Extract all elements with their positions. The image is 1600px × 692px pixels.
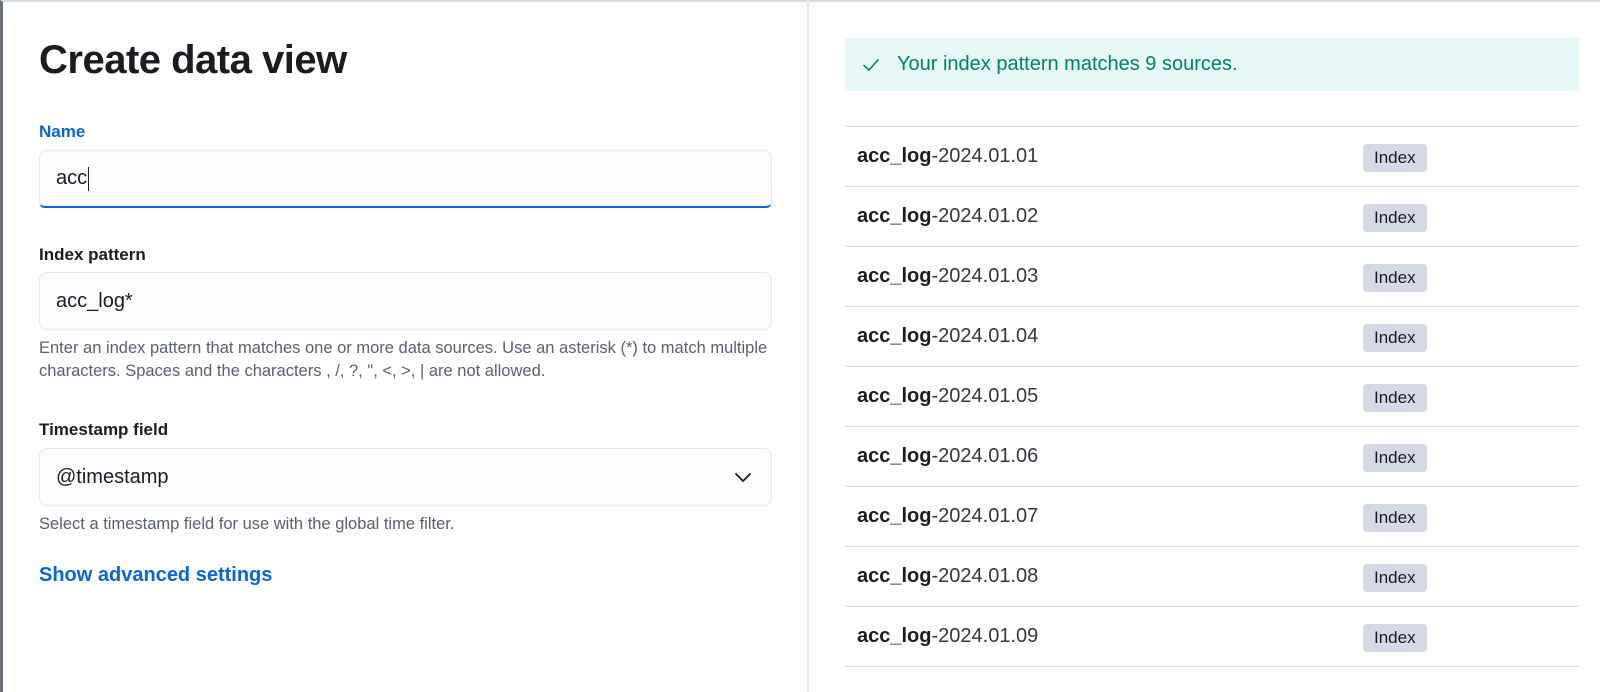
source-name: acc_log-2024.01.06 bbox=[857, 445, 1038, 468]
type-badge: Index bbox=[1363, 564, 1427, 592]
source-name-match: acc_log bbox=[857, 145, 932, 167]
index-pattern-input-value: acc_log* bbox=[56, 289, 133, 312]
source-name: acc_log-2024.01.07 bbox=[857, 505, 1038, 528]
source-name-match: acc_log bbox=[857, 385, 932, 407]
timestamp-field-select[interactable]: @timestamp bbox=[39, 448, 772, 506]
type-badge: Index bbox=[1363, 324, 1427, 352]
chevron-down-icon bbox=[735, 473, 751, 482]
source-name-match: acc_log bbox=[857, 505, 932, 527]
source-name-match: acc_log bbox=[857, 445, 932, 467]
source-name-match: acc_log bbox=[857, 205, 932, 227]
timestamp-field-label: Timestamp field bbox=[39, 420, 169, 439]
source-name: acc_log-2024.01.09 bbox=[857, 625, 1038, 648]
type-badge: Index bbox=[1363, 504, 1427, 532]
source-name-rest: -2024.01.03 bbox=[931, 265, 1039, 287]
source-name: acc_log-2024.01.01 bbox=[857, 145, 1038, 168]
source-name-rest: -2024.01.01 bbox=[931, 145, 1039, 167]
table-row[interactable]: acc_log-2024.01.01 Index bbox=[845, 127, 1579, 187]
index-pattern-help-text: Enter an index pattern that matches one … bbox=[39, 339, 768, 380]
matching-sources-panel: Your index pattern matches 9 sources. ac… bbox=[809, 2, 1600, 692]
name-input-value: acc bbox=[56, 167, 88, 189]
source-name-rest: -2024.01.02 bbox=[931, 205, 1039, 227]
table-row[interactable]: acc_log-2024.01.03 Index bbox=[845, 247, 1579, 307]
source-name-match: acc_log bbox=[857, 625, 932, 647]
type-badge: Index bbox=[1363, 444, 1427, 472]
source-name-match: acc_log bbox=[857, 565, 932, 587]
source-name-rest: -2024.01.09 bbox=[931, 625, 1039, 647]
source-name-rest: -2024.01.07 bbox=[931, 505, 1039, 527]
source-name-rest: -2024.01.06 bbox=[931, 445, 1039, 467]
source-name-match: acc_log bbox=[857, 265, 932, 287]
source-name: acc_log-2024.01.02 bbox=[857, 205, 1038, 228]
table-row[interactable]: acc_log-2024.01.02 Index bbox=[845, 187, 1579, 247]
source-name: acc_log-2024.01.04 bbox=[857, 325, 1038, 348]
page-title: Create data view bbox=[39, 38, 347, 82]
table-row[interactable]: acc_log-2024.01.09 Index bbox=[845, 607, 1579, 667]
table-row[interactable]: acc_log-2024.01.07 Index bbox=[845, 487, 1579, 547]
source-name-match: acc_log bbox=[857, 325, 932, 347]
table-row[interactable]: acc_log-2024.01.05 Index bbox=[845, 367, 1579, 427]
table-row[interactable]: acc_log-2024.01.08 Index bbox=[845, 547, 1579, 607]
table-row[interactable]: acc_log-2024.01.04 Index bbox=[845, 307, 1579, 367]
create-data-view-form: Create data view Name acc Index pattern … bbox=[3, 2, 808, 692]
sources-table: acc_log-2024.01.01 Index acc_log-2024.01… bbox=[845, 126, 1579, 667]
source-name: acc_log-2024.01.03 bbox=[857, 265, 1038, 288]
name-label: Name bbox=[39, 122, 86, 141]
source-name-rest: -2024.01.05 bbox=[931, 385, 1039, 407]
callout-text: Your index pattern matches 9 sources. bbox=[897, 53, 1238, 75]
table-row[interactable]: acc_log-2024.01.06 Index bbox=[845, 427, 1579, 487]
index-pattern-label: Index pattern bbox=[39, 245, 146, 264]
timestamp-field-select-value: @timestamp bbox=[56, 465, 169, 488]
source-name: acc_log-2024.01.08 bbox=[857, 565, 1038, 588]
show-advanced-settings-link[interactable]: Show advanced settings bbox=[39, 564, 272, 587]
type-badge: Index bbox=[1363, 144, 1427, 172]
type-badge: Index bbox=[1363, 264, 1427, 292]
index-pattern-input[interactable]: acc_log* bbox=[39, 272, 772, 330]
source-name: acc_log-2024.01.05 bbox=[857, 385, 1038, 408]
type-badge: Index bbox=[1363, 624, 1427, 652]
source-name-rest: -2024.01.08 bbox=[931, 565, 1039, 587]
check-icon bbox=[863, 58, 879, 71]
name-input[interactable]: acc bbox=[39, 150, 772, 208]
source-name-rest: -2024.01.04 bbox=[931, 325, 1039, 347]
timestamp-field-help-text: Select a timestamp field for use with th… bbox=[39, 515, 455, 533]
type-badge: Index bbox=[1363, 204, 1427, 232]
text-caret bbox=[88, 166, 90, 191]
type-badge: Index bbox=[1363, 384, 1427, 412]
match-success-callout: Your index pattern matches 9 sources. bbox=[845, 38, 1579, 91]
